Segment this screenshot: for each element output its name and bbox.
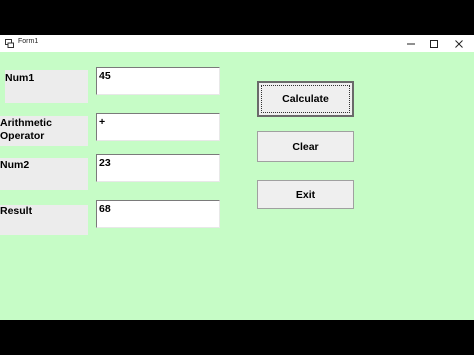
num1-label: Num1 [5,70,88,103]
operator-label: Arithmetic Operator [0,116,88,146]
window-title: Form1 [18,38,39,45]
calculate-button[interactable]: Calculate [257,81,354,117]
close-icon [455,39,463,48]
clear-button-label: Clear [292,140,319,153]
minimize-icon [407,43,415,44]
title-bar: Form1 [0,35,474,52]
form1-window: Form1 Num1 Arithmetic Operator Num2 Resu… [0,35,474,320]
form-app-icon [5,39,14,48]
operator-input[interactable]: + [96,113,220,141]
num2-label: Num2 [0,158,88,190]
num1-input[interactable]: 45 [96,67,220,95]
close-button[interactable] [444,35,474,52]
exit-button[interactable]: Exit [257,180,354,209]
num2-input[interactable]: 23 [96,154,220,182]
result-input[interactable]: 68 [96,200,220,228]
exit-button-label: Exit [295,188,316,201]
clear-button[interactable]: Clear [257,131,354,162]
maximize-icon [430,39,438,48]
focus-rectangle [261,85,350,113]
result-label: Result [0,205,88,235]
form-client-area: Num1 Arithmetic Operator Num2 Result 45 … [0,52,474,320]
